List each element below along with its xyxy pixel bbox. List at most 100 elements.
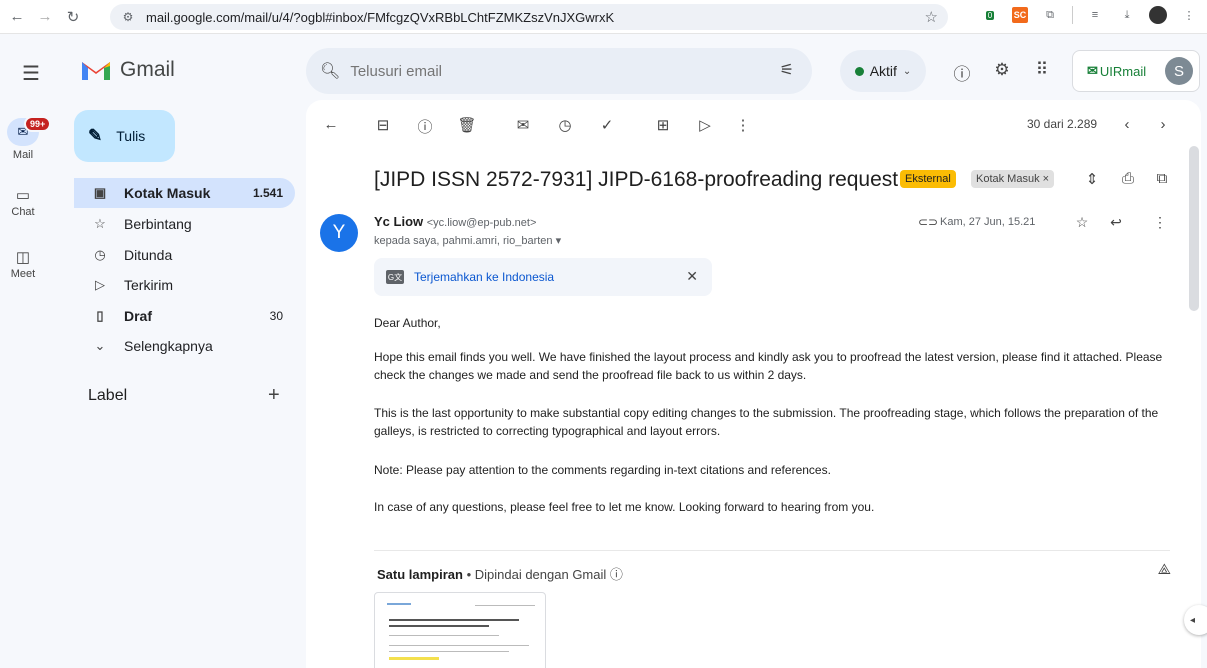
sidebar-item-label: Draf <box>124 308 153 324</box>
attachment-clip-icon: ⊂⊃ <box>918 215 939 229</box>
mark-unread-icon[interactable]: ✉ <box>512 116 534 134</box>
attachment-thumbnail[interactable] <box>374 592 546 668</box>
rail-chat[interactable]: ▭ Chat <box>0 186 46 218</box>
scanned-note: • Dipindai dengan Gmail ⓘ <box>462 567 623 582</box>
report-spam-icon[interactable]: ⓘ <box>414 116 436 137</box>
inbox-icon: ▣ <box>93 185 107 200</box>
translate-banner: G文 Terjemahkan ke Indonesia ✕ <box>374 258 712 296</box>
move-to-icon[interactable]: ⊞ <box>652 116 674 134</box>
search-input[interactable] <box>350 62 741 80</box>
translate-icon: G文 <box>386 270 404 284</box>
newer-chevron-icon[interactable]: ‹ <box>1116 116 1138 133</box>
address-bar[interactable]: ⚙ mail.google.com/mail/u/4/?ogbl#inbox/F… <box>110 4 948 30</box>
sidebar-item-label: Kotak Masuk <box>124 185 211 201</box>
add-label-icon[interactable]: + <box>268 384 280 407</box>
delete-icon[interactable]: 🗑︎ <box>456 116 478 134</box>
sidebar-item-label: Selengkapnya <box>124 338 213 354</box>
message-counter: 30 dari 2.289 <box>1027 117 1098 131</box>
sender-avatar[interactable]: Y <box>320 214 358 252</box>
search-options-icon[interactable]: ⚟ <box>780 60 794 80</box>
more-vert-icon[interactable]: ⋮ <box>732 116 754 134</box>
divider <box>374 550 1170 551</box>
sidebar-item-snoozed[interactable]: ◷ Ditunda <box>74 240 295 270</box>
thumb-logo <box>387 603 411 605</box>
label-icon[interactable]: ▷ <box>694 116 716 134</box>
add-to-drive-icon[interactable]: ⟁ <box>1158 561 1171 578</box>
rail-meet[interactable]: ◫ Meet <box>0 248 46 280</box>
pencil-icon: ✎ <box>88 126 103 145</box>
external-badge: Eksternal <box>900 170 956 188</box>
help-icon[interactable]: ⓘ <box>950 60 974 85</box>
extension-badge-icon[interactable]: 0 <box>980 5 1000 25</box>
main-menu-icon[interactable]: ☰ <box>14 60 48 86</box>
sender-email: <yc.liow@ep-pub.net> <box>426 217 537 229</box>
clock-icon: ◷ <box>94 247 106 262</box>
thumb-highlight <box>389 657 439 660</box>
star-icon[interactable]: ☆ <box>1072 214 1092 231</box>
download-icon[interactable]: ⤓ <box>1117 5 1137 25</box>
draft-icon: ▯ <box>96 308 104 323</box>
older-chevron-icon[interactable]: › <box>1152 116 1174 133</box>
reply-icon[interactable]: ↩ <box>1106 214 1126 231</box>
browser-toolbar: ← → ↻ ⚙ mail.google.com/mail/u/4/?ogbl#i… <box>0 0 1207 34</box>
rail-meet-label: Meet <box>10 268 36 280</box>
expand-collapse-icon[interactable]: ⇕ <box>1082 170 1102 188</box>
more-vert-icon[interactable]: ⋮ <box>1150 214 1170 231</box>
body-paragraph: This is the last opportunity to make sub… <box>374 406 1159 438</box>
back-arrow-icon[interactable]: ← <box>6 6 28 28</box>
sender-line: Yc Liow <yc.liow@ep-pub.net> <box>374 214 536 229</box>
toolbar-divider <box>1072 6 1073 24</box>
chat-icon: ▭ <box>15 187 31 204</box>
sidebar-item-more[interactable]: ⌄ Selengkapnya <box>74 331 295 361</box>
more-vert-icon[interactable]: ⋮ <box>1179 5 1199 25</box>
email-subject: [JIPD ISSN 2572-7931] JIPD-6168-proofrea… <box>374 168 899 191</box>
scrollbar[interactable] <box>1189 146 1199 311</box>
account-brand: UIRmail <box>1099 63 1147 79</box>
body-paragraph: In case of any questions, please feel fr… <box>374 500 875 514</box>
account-switcher[interactable]: ✉ UIRmail S <box>1072 50 1200 92</box>
bookmark-star-icon[interactable]: ☆ <box>925 8 938 26</box>
recipients[interactable]: kepada saya, pahmi.amri, rio_barten ▾ <box>374 234 561 247</box>
reading-list-icon[interactable]: ≡ <box>1085 5 1105 25</box>
settings-gear-icon[interactable]: ⚙ <box>990 60 1014 80</box>
back-arrow-icon[interactable]: ← <box>320 116 342 133</box>
search-bar[interactable]: 🔍︎ ⚟ <box>306 48 812 94</box>
thumb-line <box>389 625 489 627</box>
reload-icon[interactable]: ↻ <box>62 6 84 28</box>
uirmail-logo-icon: ✉ <box>1087 63 1098 78</box>
sidebar-item-inbox[interactable]: ▣ Kotak Masuk 1.541 <box>74 178 295 208</box>
sidebar-item-starred[interactable]: ☆ Berbintang <box>74 209 295 239</box>
extensions-row: 0 SC ⧉ ≡ ⤓ ⋮ <box>980 5 1199 25</box>
open-new-window-icon[interactable]: ⧉ <box>1152 170 1172 187</box>
sidebar-item-count: 30 <box>269 309 283 323</box>
profile-icon[interactable] <box>1149 6 1167 24</box>
puzzle-icon[interactable]: ⧉ <box>1040 5 1060 25</box>
labels-heading: Label <box>88 387 128 404</box>
extension-sc-icon[interactable]: SC <box>1012 7 1028 23</box>
rail-mail-label: Mail <box>12 149 34 161</box>
sidebar-item-count: 1.541 <box>252 186 283 200</box>
inbox-label-chip[interactable]: Kotak Masuk × <box>971 170 1055 188</box>
snooze-clock-icon[interactable]: ◷ <box>554 116 576 134</box>
site-info-icon[interactable]: ⚙ <box>116 10 140 24</box>
thumb-line <box>389 619 519 621</box>
avatar[interactable]: S <box>1165 57 1193 85</box>
apps-grid-icon[interactable]: ⠿ <box>1030 60 1054 80</box>
search-icon[interactable]: 🔍︎ <box>320 61 340 81</box>
gmail-m-icon <box>82 62 110 80</box>
forward-arrow-icon[interactable]: → <box>34 6 56 28</box>
sidebar-item-sent[interactable]: ▷ Terkirim <box>74 270 295 300</box>
status-dot <box>854 66 864 76</box>
print-icon[interactable]: ⎙ <box>1118 170 1138 187</box>
url-text: mail.google.com/mail/u/4/?ogbl#inbox/FMf… <box>146 9 615 25</box>
translate-link[interactable]: Terjemahkan ke Indonesia <box>414 270 554 284</box>
status-button[interactable]: Aktif ⌄ <box>840 50 926 92</box>
add-task-icon[interactable]: ✓ <box>596 116 618 134</box>
close-icon[interactable]: ✕ <box>686 268 698 285</box>
sidebar-item-drafts[interactable]: ▯ Draf 30 <box>74 301 295 331</box>
sender-name[interactable]: Yc Liow <box>374 214 423 229</box>
gmail-logo[interactable]: Gmail <box>80 58 175 82</box>
side-panel-toggle-icon[interactable]: ◂ <box>1184 605 1207 635</box>
archive-icon[interactable]: ⊟ <box>372 116 394 134</box>
compose-button[interactable]: ✎ Tulis <box>74 110 175 162</box>
